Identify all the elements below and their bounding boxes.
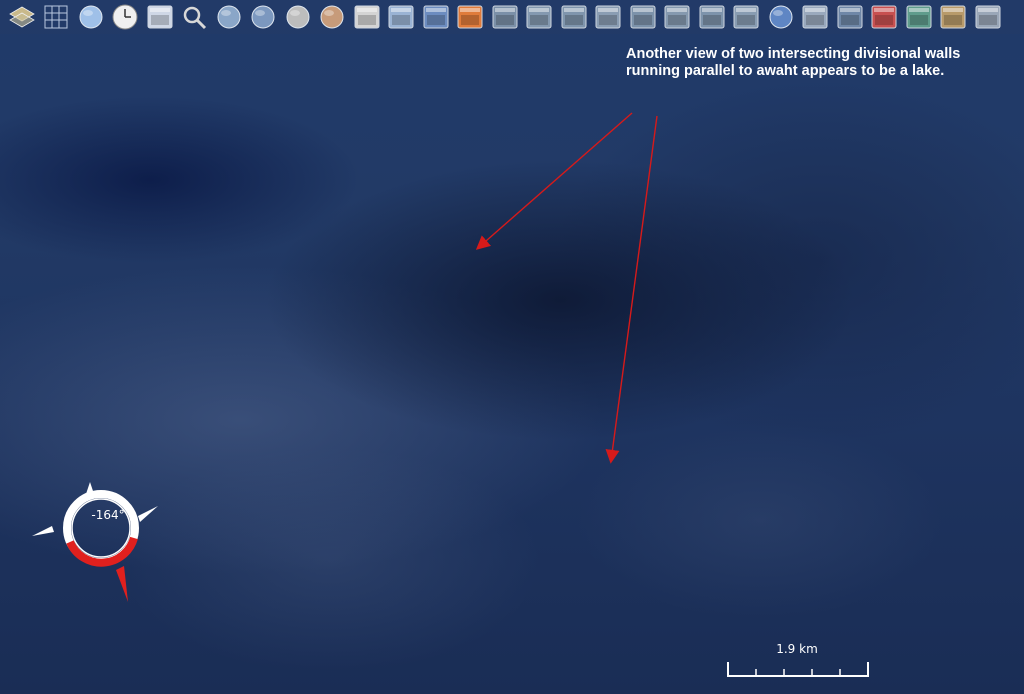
search-icon[interactable] <box>180 3 208 31</box>
mars-icon[interactable] <box>318 3 346 31</box>
earth-small-icon[interactable] <box>215 3 243 31</box>
compass-west-spike <box>32 526 54 536</box>
toolbar <box>0 0 1024 34</box>
compass[interactable] <box>30 476 165 606</box>
landsat-icon-1[interactable] <box>491 3 519 31</box>
landsat-icon-5[interactable] <box>629 3 657 31</box>
flags-icon[interactable] <box>870 3 898 31</box>
wms-browser-icon[interactable] <box>422 3 450 31</box>
compass-heading: -164° <box>91 508 125 522</box>
layers-icon[interactable] <box>8 3 36 31</box>
earth-medium-icon[interactable] <box>249 3 277 31</box>
usa-map-icon[interactable] <box>939 3 967 31</box>
grid-tool-icon[interactable] <box>974 3 1002 31</box>
wms-earth-icon[interactable] <box>387 3 415 31</box>
landsat-icon-4[interactable] <box>594 3 622 31</box>
landsat-icon-7[interactable] <box>698 3 726 31</box>
places-icon[interactable] <box>905 3 933 31</box>
globe-grid-icon[interactable] <box>77 3 105 31</box>
blue-marble-icon[interactable] <box>767 3 795 31</box>
camera-icon[interactable] <box>146 3 174 31</box>
landsat-icon-2[interactable] <box>525 3 553 31</box>
landsat-icon-6[interactable] <box>663 3 691 31</box>
annotation-text: Another view of two intersecting divisio… <box>626 46 961 79</box>
scale-bar-label: 1.9 km <box>776 642 818 656</box>
clock-icon[interactable] <box>111 3 139 31</box>
satellite-add-icon[interactable] <box>353 3 381 31</box>
heatmap-icon[interactable] <box>456 3 484 31</box>
landsat-icon-8[interactable] <box>732 3 760 31</box>
compass-south-spike <box>116 566 128 602</box>
moon-icon[interactable] <box>284 3 312 31</box>
terrain-icon[interactable] <box>836 3 864 31</box>
map-icon[interactable] <box>801 3 829 31</box>
landsat-icon-3[interactable] <box>560 3 588 31</box>
latlong-grid-icon[interactable] <box>42 3 70 31</box>
